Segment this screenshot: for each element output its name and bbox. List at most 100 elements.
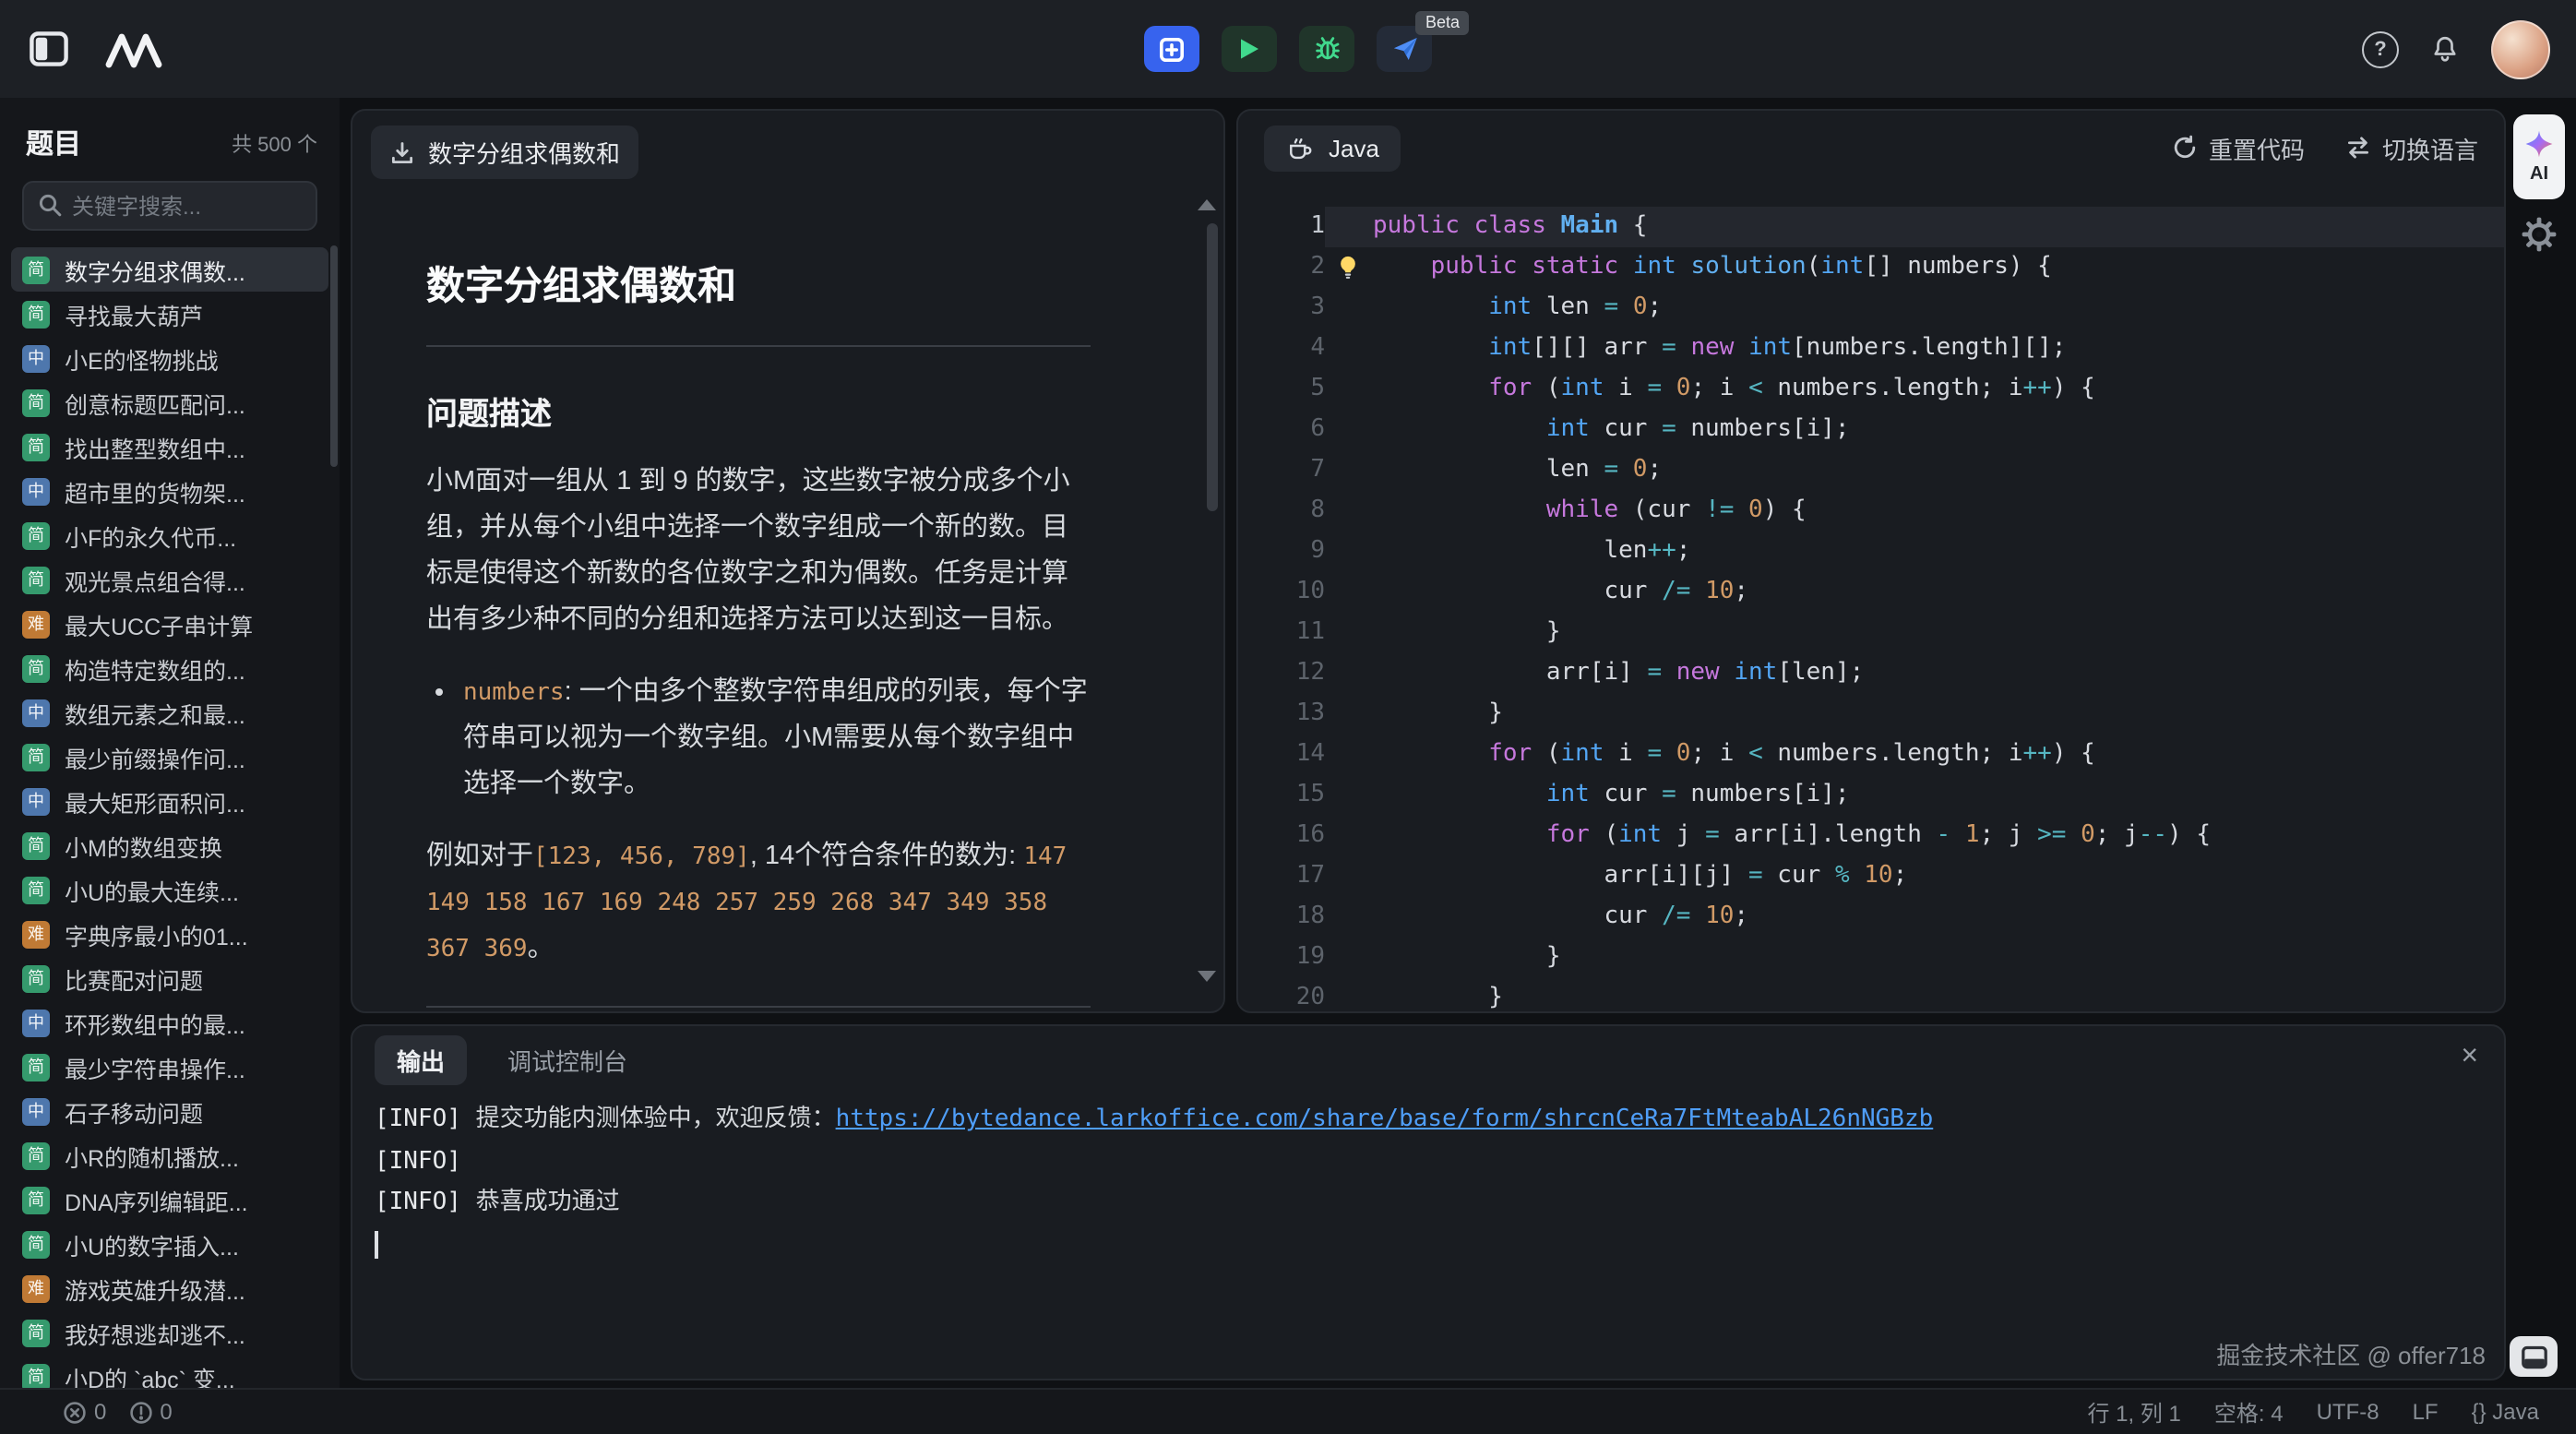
problem-count: 共 500 个	[232, 128, 317, 158]
status-segment[interactable]: UTF-8	[2317, 1399, 2379, 1425]
ai-assistant-button[interactable]: AI	[2513, 114, 2565, 199]
line-number: 10	[1238, 572, 1325, 613]
code-line[interactable]: 16 for (int j = arr[i].length - 1; j >= …	[1238, 816, 2504, 856]
lightbulb-icon[interactable]	[1336, 255, 1360, 281]
problem-list-item[interactable]: 简我好想逃却逃不...	[11, 1310, 328, 1355]
problem-list-item[interactable]: 简小M的数组变换	[11, 823, 328, 867]
sidebar-scrollbar[interactable]	[330, 245, 338, 467]
problem-title-label: 小R的随机播放...	[65, 1138, 239, 1173]
close-panel-button[interactable]: ×	[2461, 1039, 2478, 1076]
problem-list-item[interactable]: 简观光景点组合得...	[11, 557, 328, 602]
tab-debug-console[interactable]: 调试控制台	[485, 1034, 650, 1084]
plus-button[interactable]	[1144, 26, 1199, 72]
reset-code-button[interactable]: 重置代码	[2172, 130, 2305, 165]
problem-title-label: 最大矩形面积问...	[65, 783, 245, 819]
code-line[interactable]: 11 }	[1238, 613, 2504, 653]
warnings-indicator[interactable]: 0	[128, 1399, 172, 1425]
code-line[interactable]: 9 len++;	[1238, 532, 2504, 572]
code-line[interactable]: 1public class Main {	[1238, 207, 2504, 247]
problem-list-item[interactable]: 中最大矩形面积问...	[11, 779, 328, 823]
status-segment[interactable]: {} Java	[2472, 1399, 2539, 1425]
code-line[interactable]: 5 for (int i = 0; i < numbers.length; i+…	[1238, 369, 2504, 410]
output-lines: [INFO] 提交功能内测体验中，欢迎反馈：https://bytedance.…	[352, 1093, 2504, 1273]
status-segment[interactable]: 行 1, 列 1	[2088, 1396, 2181, 1428]
code-line[interactable]: 6 int cur = numbers[i];	[1238, 410, 2504, 450]
status-segment[interactable]: LF	[2413, 1399, 2439, 1425]
scroll-up-arrow[interactable]	[1198, 199, 1216, 210]
code-line[interactable]: 12 arr[i] = new int[len];	[1238, 653, 2504, 694]
problem-list-item[interactable]: 简比赛配对问题	[11, 956, 328, 1000]
code-line[interactable]: 2 public static int solution(int[] numbe…	[1238, 247, 2504, 288]
code-line[interactable]: 14 for (int i = 0; i < numbers.length; i…	[1238, 735, 2504, 775]
difficulty-badge: 中	[22, 1097, 50, 1125]
problem-list-item[interactable]: 简寻找最大葫芦	[11, 292, 328, 336]
submit-button[interactable]: Beta	[1377, 26, 1432, 72]
problem-list-item[interactable]: 中环形数组中的最...	[11, 1000, 328, 1045]
description-heading: 问题描述	[426, 388, 1091, 434]
problem-list-item[interactable]: 简最少前缀操作问...	[11, 735, 328, 779]
status-segment[interactable]: 空格: 4	[2214, 1396, 2284, 1428]
problem-scrollbar[interactable]	[1207, 223, 1218, 511]
code-line[interactable]: 3 int len = 0;	[1238, 288, 2504, 329]
problem-list-item[interactable]: 中石子移动问题	[11, 1089, 328, 1133]
code-line[interactable]: 17 arr[i][j] = cur % 10;	[1238, 856, 2504, 897]
problem-list-item[interactable]: 简构造特定数组的...	[11, 646, 328, 690]
app-window: Beta ? 题目 共 500 个 简数字分组求偶数...简寻找最大	[0, 0, 2576, 1434]
code-line[interactable]: 7 len = 0;	[1238, 450, 2504, 491]
problem-list-item[interactable]: 简小R的随机播放...	[11, 1133, 328, 1177]
errors-indicator[interactable]: 0	[63, 1399, 106, 1425]
problem-title-label: 环形数组中的最...	[65, 1005, 245, 1040]
problem-header-title: 数字分组求偶数和	[428, 135, 620, 170]
problem-list-item[interactable]: 简数字分组求偶数...	[11, 247, 328, 292]
difficulty-badge: 简	[22, 1141, 50, 1169]
help-button[interactable]: ?	[2362, 30, 2399, 67]
problem-list-item[interactable]: 中小E的怪物挑战	[11, 336, 328, 380]
debug-button[interactable]	[1299, 26, 1354, 72]
search-icon	[37, 192, 63, 218]
problem-list-item[interactable]: 简小U的数字插入...	[11, 1222, 328, 1266]
code-text: int cur = numbers[i];	[1373, 775, 1850, 816]
scroll-down-arrow[interactable]	[1198, 971, 1216, 982]
sidebar-toggle-button[interactable]	[30, 31, 68, 66]
problem-list-item[interactable]: 简最少字符串操作...	[11, 1045, 328, 1089]
settings-button[interactable]	[2521, 216, 2558, 262]
code-line[interactable]: 4 int[][] arr = new int[numbers.length][…	[1238, 329, 2504, 369]
problem-list-item[interactable]: 简小U的最大连续...	[11, 867, 328, 912]
problem-list-item[interactable]: 难最大UCC子串计算	[11, 602, 328, 646]
problem-list-item[interactable]: 难字典序最小的01...	[11, 912, 328, 956]
run-button[interactable]	[1222, 26, 1277, 72]
problem-list-item[interactable]: 难游戏英雄升级潜...	[11, 1266, 328, 1310]
code-text: }	[1373, 978, 1503, 1011]
code-line[interactable]: 18 cur /= 10;	[1238, 897, 2504, 938]
tab-output[interactable]: 输出	[375, 1034, 467, 1084]
language-chip[interactable]: Java	[1264, 125, 1401, 171]
problem-list-item[interactable]: 简找出整型数组中...	[11, 424, 328, 469]
problem-list-item[interactable]: 简小F的永久代币...	[11, 513, 328, 557]
user-avatar[interactable]	[2491, 19, 2550, 78]
problem-list-item[interactable]: 中数组元素之和最...	[11, 690, 328, 735]
problem-list-item[interactable]: 简小D的 `abc` 变...	[11, 1355, 328, 1388]
switch-language-button[interactable]: 切换语言	[2345, 130, 2478, 165]
code-line[interactable]: 10 cur /= 10;	[1238, 572, 2504, 613]
problem-list-item[interactable]: 简创意标题匹配问...	[11, 380, 328, 424]
problem-title-label: 数组元素之和最...	[65, 695, 245, 730]
code-editor[interactable]: 1public class Main {2 public static int …	[1238, 196, 2504, 1011]
app-logo[interactable]	[101, 29, 168, 69]
code-line[interactable]: 20 }	[1238, 978, 2504, 1011]
problem-list-item[interactable]: 中超市里的货物架...	[11, 469, 328, 513]
search-input[interactable]	[22, 181, 317, 231]
notifications-button[interactable]	[2428, 32, 2462, 66]
line-number: 9	[1238, 532, 1325, 572]
problem-header-chip[interactable]: 数字分组求偶数和	[371, 125, 638, 179]
log-link[interactable]: https://bytedance.larkoffice.com/share/b…	[836, 1105, 1934, 1133]
code-line[interactable]: 8 while (cur != 0) {	[1238, 491, 2504, 532]
problem-title-label: 小E的怪物挑战	[65, 341, 219, 376]
code-line[interactable]: 19 }	[1238, 938, 2504, 978]
code-line[interactable]: 13 }	[1238, 694, 2504, 735]
toggle-bottom-panel-button[interactable]	[2510, 1336, 2558, 1377]
download-icon	[389, 139, 415, 165]
problem-list-item[interactable]: 简DNA序列编辑距...	[11, 1177, 328, 1222]
bell-icon	[2428, 32, 2462, 66]
line-number: 5	[1238, 369, 1325, 410]
code-line[interactable]: 15 int cur = numbers[i];	[1238, 775, 2504, 816]
